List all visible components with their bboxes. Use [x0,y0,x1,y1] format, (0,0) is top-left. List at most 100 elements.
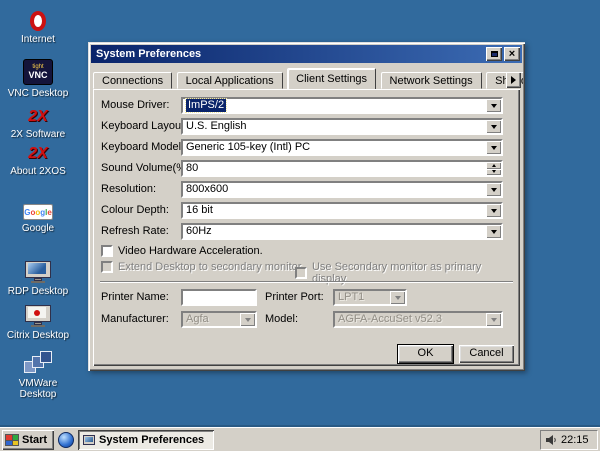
sound-volume-label: Sound Volume(%): [101,162,193,174]
checkbox-icon [295,267,307,279]
keyboard-model-label: Keyboard Model: [101,141,185,153]
start-button[interactable]: Start [2,430,54,450]
desktop-icon-label: RDP Desktop [7,286,69,297]
resolution-combo[interactable]: 800x600 [181,181,503,198]
tab-connections[interactable]: Connections [93,72,173,89]
extend-desktop-label: Extend Desktop to secondary monitor. [118,261,304,273]
vnc-icon: tight VNC [23,59,53,85]
chevron-right-icon [511,76,516,84]
printer-name-input[interactable] [181,289,257,306]
speaker-icon[interactable] [545,434,557,446]
checkbox-icon[interactable] [101,245,113,257]
system-tray: 22:15 [540,430,598,450]
printer-port-label: Printer Port: [265,291,324,303]
model-value: AGFA-AccuSet v52.3 [338,313,442,325]
colour-depth-combo[interactable]: 16 bit [181,202,503,219]
close-icon: × [508,47,516,60]
chevron-down-icon [390,291,405,304]
title-bar[interactable]: System Preferences × [91,45,522,63]
app-monitor-icon [83,435,95,445]
start-flag-icon [5,434,19,446]
tab-strip: Connections Local Applications Client Se… [93,68,523,90]
checkbox-icon [101,261,113,273]
video-hw-accel-checkbox-row[interactable]: Video Hardware Acceleration. [101,245,263,257]
monitor-icon [25,261,51,283]
keyboard-layout-combo[interactable]: U.S. English [181,118,503,135]
desktop: Internet tight VNC VNC Desktop 2X 2X Sof… [0,0,600,451]
tab-network-settings[interactable]: Network Settings [380,72,482,89]
resolution-label: Resolution: [101,183,157,195]
manufacturer-combo: Agfa [181,311,257,328]
refresh-rate-label: Refresh Rate: [101,225,169,237]
mouse-driver-value: ImPS/2 [184,98,228,113]
vmware-boxes-icon [24,351,52,375]
keyboard-model-value: Generic 105-key (Intl) PC [186,141,311,153]
client-settings-panel: Mouse Driver: ImPS/2 Keyboard Layout: U.… [93,89,520,366]
refresh-rate-value: 60Hz [186,225,212,237]
desktop-icon-label: Google [21,223,55,234]
window-title: System Preferences [96,48,202,60]
close-button[interactable]: × [504,47,520,61]
system-preferences-window: System Preferences × Connections Local A… [88,42,525,371]
sound-volume-value: 80 [186,162,199,174]
desktop-icon-citrix[interactable]: Citrix Desktop [6,301,70,341]
chevron-down-icon[interactable] [486,141,501,154]
model-combo: AGFA-AccuSet v52.3 [333,311,503,328]
manufacturer-value: Agfa [186,313,209,325]
desktop-icon-label: Internet [21,34,55,45]
keyboard-model-combo[interactable]: Generic 105-key (Intl) PC [181,139,503,156]
tab-local-applications[interactable]: Local Applications [176,72,283,89]
section-divider [100,281,513,283]
printer-port-value: LPT1 [338,291,365,303]
colour-depth-value: 16 bit [186,204,213,216]
desktop-icon-vmware[interactable]: VMWare Desktop [6,349,70,400]
ok-button[interactable]: OK [398,345,453,363]
opera-o-icon [30,11,46,31]
desktop-icon-label: Citrix Desktop [6,330,70,341]
model-label: Model: [265,313,299,325]
start-label: Start [22,434,48,446]
2x-logo-icon: 2X [28,145,48,162]
manufacturer-label: Manufacturer: [101,313,169,325]
maximize-button[interactable] [486,47,502,61]
task-button-label: System Preferences [99,434,205,446]
mouse-driver-combo[interactable]: ImPS/2 [181,97,503,114]
desktop-icon-rdp[interactable]: RDP Desktop [6,257,70,297]
printer-port-combo: LPT1 [333,289,407,306]
monitor-citrix-icon [25,305,51,327]
chevron-down-icon[interactable] [486,99,501,112]
desktop-icon-about-2xos[interactable]: 2X About 2XOS [6,143,70,177]
desktop-icon-label: VMWare Desktop [18,378,58,400]
chevron-down-icon[interactable] [486,120,501,133]
desktop-icon-label: About 2XOS [10,166,66,177]
clock: 22:15 [561,434,589,446]
sound-volume-spinner[interactable]: 80 [181,160,503,177]
colour-depth-label: Colour Depth: [101,204,169,216]
taskbar-task-system-preferences[interactable]: System Preferences [78,430,214,450]
keyboard-layout-label: Keyboard Layout: [101,120,188,132]
chevron-down-icon[interactable] [486,183,501,196]
desktop-icon-label: 2X Software [10,129,66,140]
desktop-icon-vnc[interactable]: tight VNC VNC Desktop [6,55,70,99]
mouse-driver-label: Mouse Driver: [101,99,170,111]
desktop-icon-2x-software[interactable]: 2X 2X Software [6,106,70,140]
spin-down-button[interactable] [486,168,501,175]
tab-client-settings[interactable]: Client Settings [287,68,377,89]
quick-launch-globe-icon[interactable] [58,432,74,448]
chevron-down-icon[interactable] [486,204,501,217]
extend-desktop-checkbox-row: Extend Desktop to secondary monitor. [101,261,304,273]
keyboard-layout-value: U.S. English [186,120,247,132]
tab-scroll-right-button[interactable] [506,72,521,88]
desktop-icon-internet[interactable]: Internet [6,5,70,45]
chevron-down-icon [240,313,255,326]
video-hw-accel-label: Video Hardware Acceleration. [118,245,263,257]
refresh-rate-combo[interactable]: 60Hz [181,223,503,240]
desktop-icon-google[interactable]: Google Google [6,198,70,234]
desktop-icon-label: VNC Desktop [7,88,69,99]
chevron-down-icon[interactable] [486,225,501,238]
taskbar: Start System Preferences 22:15 [0,427,600,451]
2x-logo-icon: 2X [28,108,48,125]
cancel-button[interactable]: Cancel [459,345,514,363]
printer-name-label: Printer Name: [101,291,169,303]
chevron-down-icon [486,313,501,326]
